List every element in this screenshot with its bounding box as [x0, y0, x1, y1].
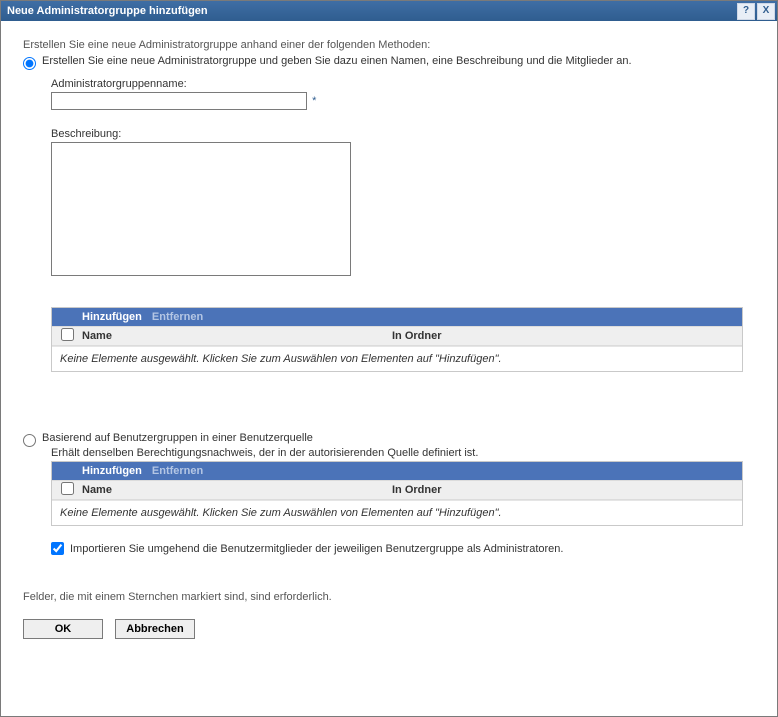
members-empty-message: Keine Elemente ausgewählt. Klicken Sie z… — [52, 346, 742, 371]
source-empty-message: Keine Elemente ausgewählt. Klicken Sie z… — [52, 500, 742, 525]
group-name-label: Administratorgruppenname: — [51, 78, 755, 90]
import-members-checkbox[interactable] — [51, 542, 64, 555]
column-folder: In Ordner — [392, 330, 742, 342]
option-create-new-label: Erstellen Sie eine neue Administratorgru… — [42, 55, 632, 67]
option-user-source-note: Erhält denselben Berechtigungsnachweis, … — [51, 447, 755, 459]
members-table: Hinzufügen Entfernen Name In Ordner Kein… — [51, 307, 743, 372]
option-create-new-radio[interactable] — [23, 57, 36, 70]
source-remove-button[interactable]: Entfernen — [152, 465, 203, 477]
dialog-title: Neue Administratorgruppe hinzufügen — [7, 5, 208, 17]
remove-button[interactable]: Entfernen — [152, 311, 203, 323]
description-label: Beschreibung: — [51, 128, 755, 140]
intro-text: Erstellen Sie eine neue Administratorgru… — [23, 39, 755, 51]
help-button[interactable]: ? — [737, 3, 755, 20]
source-select-all-checkbox[interactable] — [61, 482, 74, 495]
group-name-input[interactable] — [51, 92, 307, 110]
source-column-folder: In Ordner — [392, 484, 742, 496]
select-all-checkbox[interactable] — [61, 328, 74, 341]
cancel-button[interactable]: Abbrechen — [115, 619, 195, 639]
option-create-new[interactable]: Erstellen Sie eine neue Administratorgru… — [23, 55, 755, 70]
import-members-row[interactable]: Importieren Sie umgehend die Benutzermit… — [51, 542, 755, 555]
option-user-source[interactable]: Basierend auf Benutzergruppen in einer B… — [23, 432, 755, 447]
option-user-source-label: Basierend auf Benutzergruppen in einer B… — [42, 432, 313, 444]
source-column-name: Name — [82, 484, 392, 496]
titlebar: Neue Administratorgruppe hinzufügen ? X — [1, 1, 777, 21]
import-members-label: Importieren Sie umgehend die Benutzermit… — [70, 543, 563, 555]
description-textarea[interactable] — [51, 142, 351, 276]
source-groups-toolbar: Hinzufügen Entfernen — [52, 462, 742, 480]
source-add-button[interactable]: Hinzufügen — [82, 465, 142, 477]
source-groups-table: Hinzufügen Entfernen Name In Ordner Kein… — [51, 461, 743, 526]
required-asterisk: * — [312, 95, 316, 107]
add-button[interactable]: Hinzufügen — [82, 311, 142, 323]
source-column-header: Name In Ordner — [52, 480, 742, 500]
required-note: Felder, die mit einem Sternchen markiert… — [23, 591, 755, 603]
column-name: Name — [82, 330, 392, 342]
option-user-source-radio[interactable] — [23, 434, 36, 447]
members-column-header: Name In Ordner — [52, 326, 742, 346]
close-button[interactable]: X — [757, 3, 775, 20]
ok-button[interactable]: OK — [23, 619, 103, 639]
members-toolbar: Hinzufügen Entfernen — [52, 308, 742, 326]
dialog-content: Erstellen Sie eine neue Administratorgru… — [1, 21, 777, 716]
button-bar: OK Abbrechen — [23, 619, 755, 639]
dialog-window: Neue Administratorgruppe hinzufügen ? X … — [0, 0, 778, 717]
